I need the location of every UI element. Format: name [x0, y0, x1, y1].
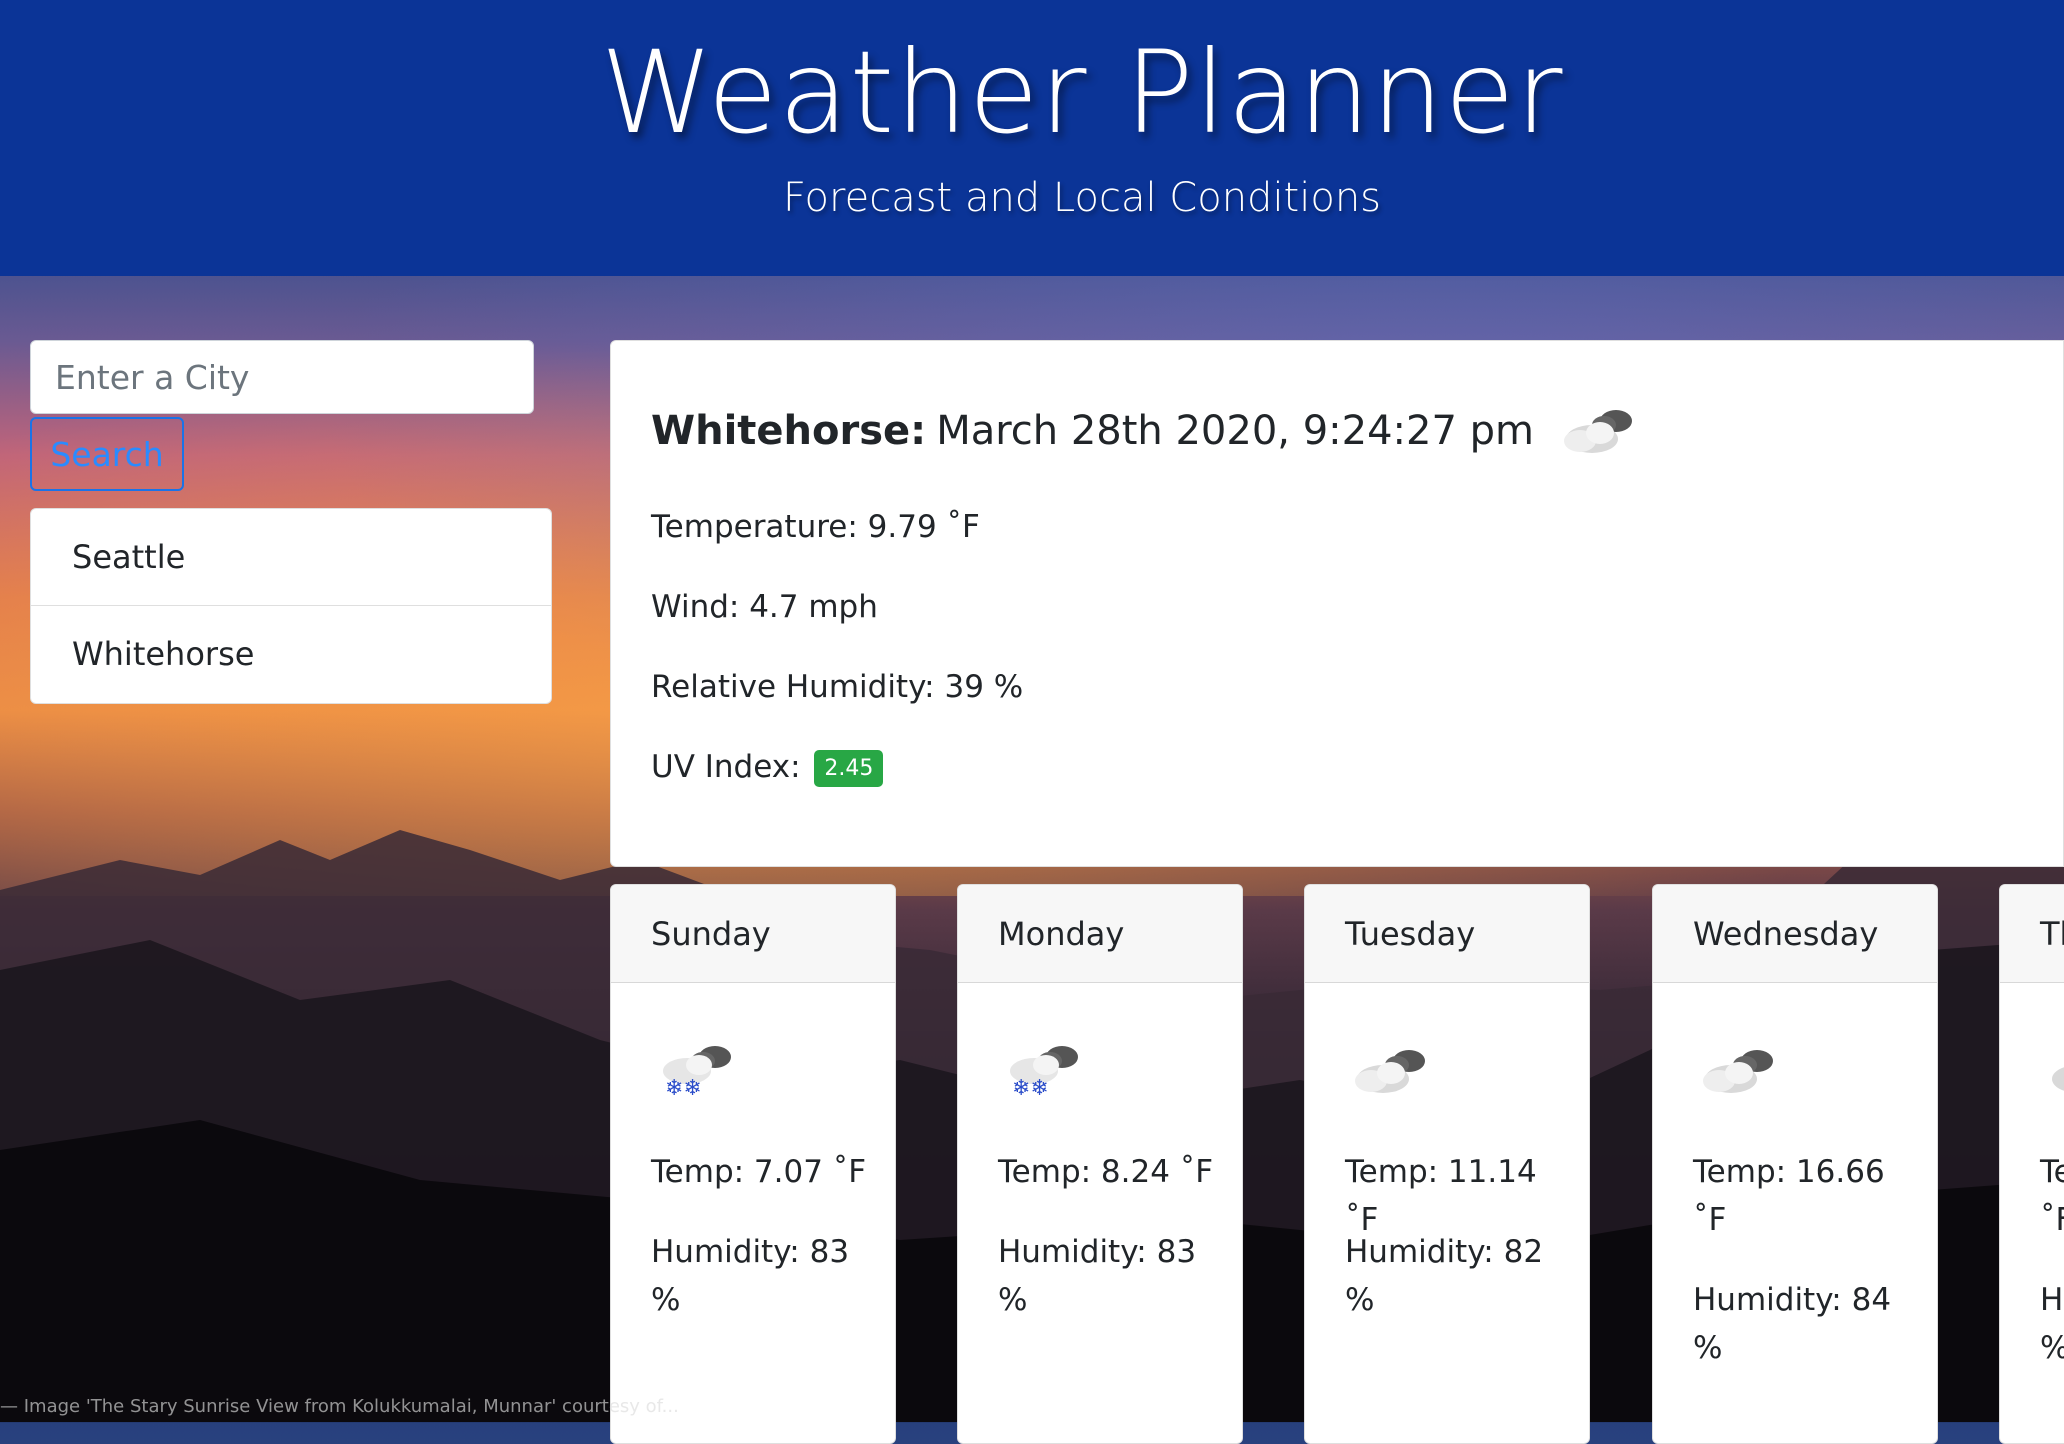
uv-label: UV Index: — [651, 749, 801, 785]
history-item-seattle[interactable]: Seattle — [31, 509, 551, 606]
forecast-card-tuesday: Tuesday Temp: 11.14 ˚F Humidity: 82 % — [1304, 884, 1590, 1444]
cloudy-icon — [1355, 1050, 1425, 1093]
page-title: Weather Planner — [600, 26, 1564, 159]
forecast-card-thursday: Th Te ˚F H % — [1999, 884, 2064, 1444]
uv-index-badge: 2.45 — [814, 750, 884, 787]
forecast-temp: Temp: 7.07 ˚F — [651, 1154, 867, 1190]
forecast-humidity: Humidity: 82 % — [1345, 1234, 1544, 1318]
history-item-whitehorse[interactable]: Whitehorse — [31, 606, 551, 703]
current-temperature: Temperature: 9.79 ˚F — [651, 509, 980, 545]
city-search-input[interactable] — [30, 340, 534, 414]
current-uv-row: UV Index: 2.45 — [651, 749, 884, 787]
current-humidity: Relative Humidity: 39 % — [651, 669, 1024, 705]
snow-cloud-icon: ❄❄ — [663, 1046, 731, 1101]
forecast-day: Sunday — [611, 885, 895, 983]
page-header: Weather Planner Forecast and Local Condi… — [0, 0, 2064, 276]
forecast-day: Wednesday — [1653, 885, 1937, 983]
forecast-humidity: Humidity: 83 % — [998, 1234, 1197, 1318]
page-subtitle: Forecast and Local Conditions — [782, 175, 1382, 221]
current-weather-card: Whitehorse: March 28th 2020, 9:24:27 pm … — [610, 340, 2064, 867]
search-button[interactable]: Search — [30, 417, 184, 491]
forecast-humidity: Humidity: 83 % — [651, 1234, 850, 1318]
svg-text:❄❄: ❄❄ — [665, 1076, 702, 1101]
forecast-temp: Temp: 16.66 ˚F — [1693, 1154, 1885, 1238]
forecast-temp: Te ˚F — [2040, 1154, 2064, 1238]
forecast-card-wednesday: Wednesday Temp: 16.66 ˚F Humidity: 84 % — [1652, 884, 1938, 1444]
forecast-card-sunday: Sunday ❄❄ Temp: 7.07 ˚F Humidity: 83 % — [610, 884, 896, 1444]
forecast-humidity: Humidity: 84 % — [1693, 1282, 1892, 1366]
current-datetime: March 28th 2020, 9:24:27 pm — [936, 408, 1534, 454]
image-credit: — Image 'The Stary Sunrise View from Kol… — [0, 1396, 679, 1417]
current-wind: Wind: 4.7 mph — [651, 589, 878, 625]
current-weather-heading: Whitehorse: March 28th 2020, 9:24:27 pm — [651, 401, 1644, 461]
svg-text:❄❄: ❄❄ — [1012, 1076, 1049, 1101]
forecast-card-monday: Monday ❄❄ Temp: 8.24 ˚F Humidity: 83 % — [957, 884, 1243, 1444]
forecast-humidity: H % — [2040, 1282, 2064, 1366]
forecast-day: Th — [2000, 885, 2064, 983]
snow-cloud-icon: ❄❄ — [1010, 1046, 1078, 1101]
search-history-list: Seattle Whitehorse — [30, 508, 552, 704]
forecast-temp: Temp: 8.24 ˚F — [998, 1154, 1214, 1190]
cloudy-icon — [1703, 1050, 1773, 1093]
forecast-day: Monday — [958, 885, 1242, 983]
cloudy-icon — [2052, 1067, 2064, 1091]
cloudy-icon — [1563, 410, 1632, 453]
forecast-day: Tuesday — [1305, 885, 1589, 983]
current-city-name: Whitehorse: — [651, 408, 927, 454]
